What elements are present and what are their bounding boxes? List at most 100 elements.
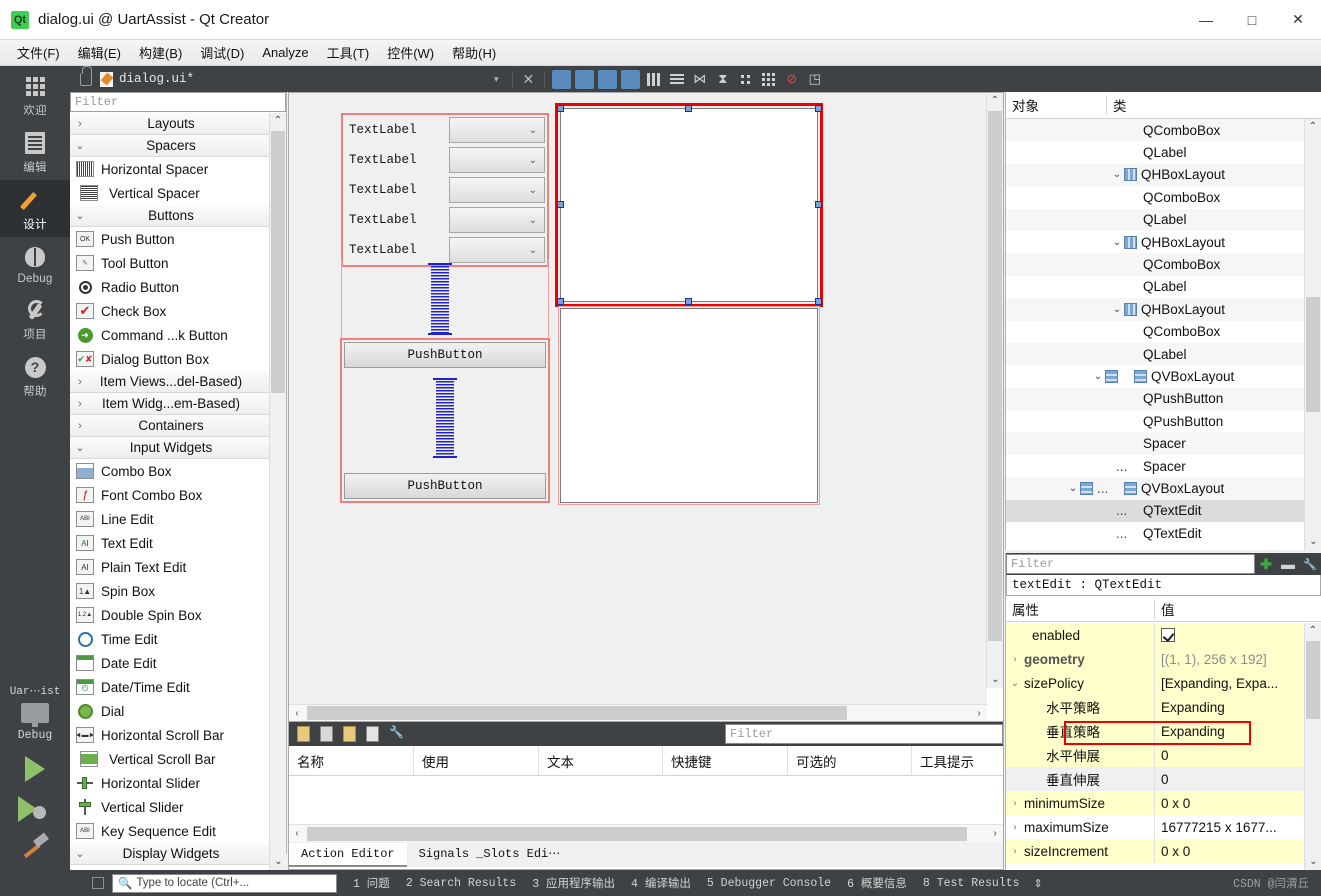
menu-edit[interactable]: 编辑(E) xyxy=(69,40,130,65)
widget-dial[interactable]: Dial xyxy=(70,699,270,723)
object-row[interactable]: QPushButton xyxy=(1006,410,1305,432)
scroll-up-icon[interactable]: ⌃ xyxy=(1305,119,1321,135)
property-value[interactable]: [Expanding, Expa... xyxy=(1154,671,1305,695)
adjust-size-icon[interactable]: ◳ xyxy=(805,70,824,89)
widget-combo-box[interactable]: Combo Box xyxy=(70,459,270,483)
widget-double-spin-box[interactable]: 1.2▲ Double Spin Box xyxy=(70,603,270,627)
form-surface[interactable]: TextLabel ⌄ TextLabel ⌄ TextLabel ⌄ Text… xyxy=(289,93,987,705)
column-used[interactable]: 使用 xyxy=(413,745,538,776)
object-row[interactable]: ... QTextEdit xyxy=(1006,522,1305,544)
widget-vertical-spacer[interactable]: Vertical Spacer xyxy=(70,181,270,205)
new-action-icon[interactable] xyxy=(297,726,310,742)
locator-input[interactable]: 🔍 Type to locate (Ctrl+... xyxy=(112,873,337,893)
mode-design[interactable]: 设计 xyxy=(0,180,70,237)
object-row[interactable]: ⌄ QHBoxLayout xyxy=(1006,231,1305,253)
vertical-spacer-widget[interactable] xyxy=(433,378,457,458)
widget-horizontal-slider[interactable]: Horizontal Slider xyxy=(70,771,270,795)
widget-text-edit[interactable]: AI Text Edit xyxy=(70,531,270,555)
scrollbar-thumb[interactable] xyxy=(1306,641,1320,719)
widget-group-buttons[interactable]: ⌄ Buttons xyxy=(70,205,270,227)
object-row[interactable]: QLabel xyxy=(1006,342,1305,366)
object-row[interactable]: ⌄... QVBoxLayout xyxy=(1006,477,1305,500)
object-row[interactable]: ⌄ QVBoxLayout xyxy=(1006,365,1305,387)
menu-analyze[interactable]: Analyze xyxy=(253,42,317,63)
widget-check-box[interactable]: ✔ Check Box xyxy=(70,299,270,323)
object-row[interactable]: ⌄ QHBoxLayout xyxy=(1006,298,1305,321)
close-button[interactable]: ✕ xyxy=(1275,0,1321,40)
run-button[interactable] xyxy=(25,756,45,782)
status-entry-general-messages[interactable]: 6 概要信息 xyxy=(847,875,907,891)
combo-box[interactable]: ⌄ xyxy=(449,147,545,173)
text-label[interactable]: TextLabel xyxy=(345,117,449,143)
menu-build[interactable]: 构建(B) xyxy=(130,40,191,65)
property-row-geometry[interactable]: › geometry [(1, 1), 256 x 192] xyxy=(1006,647,1305,671)
scroll-down-icon[interactable]: ⌄ xyxy=(1305,854,1321,870)
property-row-sizepolicy[interactable]: ⌄ sizePolicy [Expanding, Expa... xyxy=(1006,671,1305,695)
maximize-button[interactable]: □ xyxy=(1229,0,1275,40)
output-pane-toggle-icon[interactable] xyxy=(92,877,104,889)
chevron-down-icon[interactable]: ⌄ xyxy=(1091,371,1105,382)
resize-handle-top-left[interactable] xyxy=(557,105,564,112)
chevron-right-icon[interactable]: › xyxy=(1006,798,1024,809)
layout-splitter-vertical-icon[interactable]: ⧗ xyxy=(713,70,732,89)
form-row[interactable]: TextLabel ⌄ xyxy=(345,147,545,173)
scrollbar-thumb[interactable] xyxy=(271,131,285,393)
resize-handle-top-right[interactable] xyxy=(815,105,822,112)
object-row[interactable]: QLabel xyxy=(1006,208,1305,231)
widget-dialog-button-box[interactable]: ✔ ✘ Dialog Button Box xyxy=(70,347,270,371)
column-checkable[interactable]: 可选的 xyxy=(787,745,911,776)
object-row[interactable]: QComboBox xyxy=(1006,119,1305,142)
layout-splitter-horizontal-icon[interactable]: ⋈ xyxy=(690,70,709,89)
scroll-up-icon[interactable]: ⌃ xyxy=(987,93,1003,109)
button-vbox-layout[interactable]: PushButton PushButton xyxy=(340,338,550,503)
property-value[interactable]: 0 xyxy=(1154,767,1305,791)
menu-help[interactable]: 帮助(H) xyxy=(443,40,505,65)
widget-group-item-views[interactable]: › Item Views...del-Based) xyxy=(70,371,270,393)
close-document-icon[interactable]: ✕ xyxy=(518,71,540,88)
property-filter-input[interactable]: Filter xyxy=(1006,554,1255,574)
tab-action-editor[interactable]: Action Editor xyxy=(289,843,407,867)
column-shortcut[interactable]: 快捷键 xyxy=(662,745,787,776)
widget-horizontal-spacer[interactable]: Horizontal Spacer xyxy=(70,157,270,181)
object-row[interactable]: ... Spacer xyxy=(1006,455,1305,477)
widget-spin-box[interactable]: 1▲ Spin Box xyxy=(70,579,270,603)
property-editor-scrollbar[interactable]: ⌃ ⌄ xyxy=(1304,623,1321,870)
scroll-right-icon[interactable]: › xyxy=(971,705,987,722)
combo-box[interactable]: ⌄ xyxy=(449,207,545,233)
output-pane-updown-icon[interactable]: ⇕ xyxy=(1034,877,1043,890)
widget-push-button[interactable]: OK Push Button xyxy=(70,227,270,251)
configure-action-icon[interactable]: 🔧 xyxy=(389,725,411,744)
resize-handle-bottom-center[interactable] xyxy=(685,298,692,305)
form-row[interactable]: TextLabel ⌄ xyxy=(345,117,545,143)
object-row-selected[interactable]: ... QTextEdit xyxy=(1006,499,1305,523)
property-row-horizontal-stretch[interactable]: 水平伸展 0 xyxy=(1006,743,1305,767)
checkbox-checked-icon[interactable] xyxy=(1161,628,1175,642)
scrollbar-thumb[interactable] xyxy=(988,111,1002,641)
property-row-maximumsize[interactable]: › maximumSize 16777215 x 1677... xyxy=(1006,815,1305,839)
widget-key-sequence-edit[interactable]: ABI Key Sequence Edit xyxy=(70,819,270,843)
property-row-sizeincrement[interactable]: › sizeIncrement 0 x 0 xyxy=(1006,839,1305,863)
edit-tab-order-icon[interactable] xyxy=(621,69,641,89)
property-value-checkbox[interactable] xyxy=(1154,623,1305,647)
resize-handle-middle-left[interactable] xyxy=(557,201,564,208)
edit-signals-slots-icon[interactable] xyxy=(575,69,595,89)
widget-group-containers[interactable]: › Containers xyxy=(70,415,270,437)
status-entry-test-results[interactable]: 8 Test Results xyxy=(923,877,1020,890)
scrollbar-thumb[interactable] xyxy=(1306,297,1320,412)
chevron-right-icon[interactable]: › xyxy=(1006,846,1024,857)
chevron-down-icon[interactable]: ⌄ xyxy=(1110,237,1124,248)
object-row[interactable]: QComboBox xyxy=(1006,186,1305,208)
widget-radio-button[interactable]: Radio Button xyxy=(70,275,270,299)
copy-action-icon[interactable] xyxy=(320,726,333,742)
chevron-right-icon[interactable]: › xyxy=(1006,654,1024,665)
mode-debug[interactable]: Debug xyxy=(0,237,70,290)
widget-box-scrollbar[interactable]: ⌃ ⌄ xyxy=(269,113,287,870)
widget-command-link-button[interactable]: ➜ Command ...k Button xyxy=(70,323,270,347)
widget-group-display-widgets[interactable]: ⌄ Display Widgets xyxy=(70,843,270,865)
object-row[interactable]: QPushButton xyxy=(1006,387,1305,411)
chevron-down-icon[interactable]: ▾ xyxy=(494,74,507,85)
object-row[interactable]: QLabel xyxy=(1006,141,1305,163)
scroll-right-icon[interactable]: › xyxy=(987,825,1003,843)
mode-welcome[interactable]: 欢迎 xyxy=(0,66,70,123)
open-file-name[interactable]: dialog.ui* xyxy=(119,72,194,86)
